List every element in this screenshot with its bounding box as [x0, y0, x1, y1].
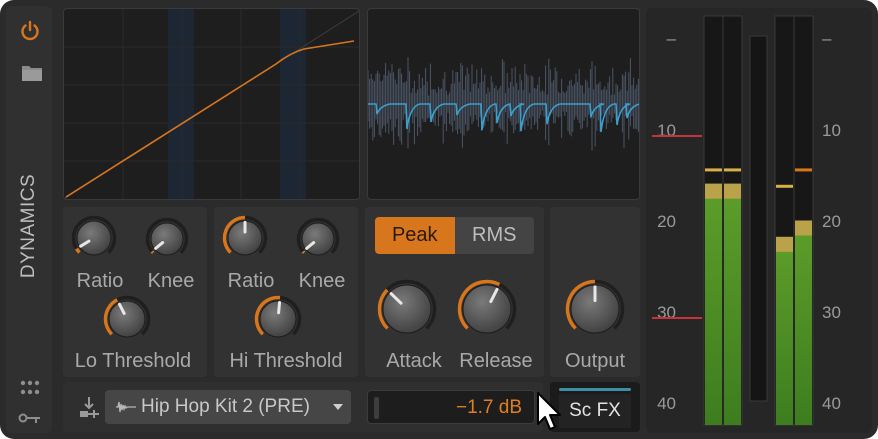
lo-knee-label: Knee [147, 270, 195, 292]
waveform-svg [367, 57, 641, 151]
detection-peak-button[interactable]: Peak [375, 217, 455, 254]
input-left-meter-hot-zone [705, 183, 722, 199]
hi-threshold-label: Hi Threshold [229, 350, 343, 372]
meter-scale-left-label: 30 [657, 303, 676, 322]
meter-scale-left-label: 10 [657, 121, 676, 140]
output-left-meter-level [776, 236, 793, 425]
lo-threshold-label: Lo Threshold [74, 350, 192, 372]
gain-reduction-meter [749, 35, 768, 402]
sidechain-input-icon [80, 397, 99, 418]
sidechain-fx-button[interactable]: Sc FX [559, 394, 631, 428]
hi-knee-knob[interactable] [296, 217, 340, 261]
routing-icon[interactable] [18, 411, 42, 425]
transfer-curve-svg [63, 9, 360, 200]
grid-dots-icon[interactable] [20, 380, 40, 396]
input-right-meter-level [724, 183, 741, 425]
hi-section: Ratio Knee Hi Threshold [214, 207, 358, 377]
sidechain-gain-value: −1.7 dB [455, 397, 522, 418]
input-left-meter-level [705, 183, 722, 425]
transfer-curve-display [63, 8, 360, 200]
input-right-meter-peak-hold [724, 168, 741, 172]
attack-label: Attack [386, 350, 442, 372]
sidechain-fx-container: Sc FX [550, 382, 640, 432]
output-left-meter-peak-hold [776, 184, 793, 188]
lo-threshold-knob[interactable] [103, 295, 151, 343]
gain-drag-handle[interactable] [374, 397, 379, 419]
sidechain-fx-indicator [559, 388, 631, 391]
meter-scale-left-label: 40 [657, 394, 676, 413]
lo-ratio-label: Ratio [76, 270, 124, 292]
sidechain-gain-field[interactable]: −1.7 dB [367, 390, 535, 424]
meter-scale-right-label: – [822, 29, 832, 48]
mouse-pointer-icon [537, 392, 561, 430]
lo-ratio-knob[interactable] [71, 215, 117, 261]
meter-scale-left-label: – [667, 29, 677, 48]
attack-knob[interactable] [377, 279, 437, 339]
output-right-meter-level [795, 220, 812, 425]
lo-knee-knob[interactable] [145, 217, 189, 261]
input-right-meter-hot-zone [724, 183, 741, 199]
folder-icon[interactable] [21, 64, 43, 82]
sidechain-bar: Hip Hop Kit 2 (PRE) −1.7 dB [63, 382, 543, 432]
sidechain-source-select[interactable]: Hip Hop Kit 2 (PRE) [105, 390, 351, 424]
level-meters: – 10 20 30 40 – 10 20 30 40 [646, 8, 872, 433]
detection-mode-toggle: Peak RMS [375, 217, 534, 254]
meter-scale-left-label: 20 [657, 212, 676, 231]
sidechain-source-value: Hip Hop Kit 2 (PRE) [141, 396, 310, 417]
meter-svg: – 10 20 30 40 – 10 20 30 40 [652, 15, 841, 426]
power-icon[interactable] [19, 20, 41, 42]
output-right-meter-peak-hold [795, 168, 812, 172]
release-knob[interactable] [457, 279, 517, 339]
detection-rms-button[interactable]: RMS [454, 217, 534, 254]
meter-scale-right-label: 30 [822, 303, 841, 322]
output-section: Output [550, 207, 640, 377]
hi-threshold-knob[interactable] [254, 295, 302, 343]
output-right-meter-hot-zone [795, 220, 812, 236]
hi-ratio-knob[interactable] [222, 215, 268, 261]
waveform-display [367, 8, 641, 200]
input-left-meter-peak-hold [705, 168, 722, 172]
lo-section: Ratio Knee Lo Threshold [63, 207, 207, 377]
output-knob[interactable] [565, 279, 625, 339]
dynamics-device: DYNAMICS Ratio Knee Lo Threshold Ratio K… [0, 0, 878, 439]
transfer-curve-line [65, 40, 355, 198]
release-label: Release [459, 350, 533, 372]
hi-ratio-label: Ratio [227, 270, 275, 292]
meter-scale-right-label: 10 [822, 121, 841, 140]
meter-scale-right-label: 20 [822, 212, 841, 231]
output-left-meter-hot-zone [776, 236, 793, 252]
device-header-strip: DYNAMICS [6, 6, 52, 433]
hi-knee-label: Knee [298, 270, 346, 292]
dropdown-caret-icon [333, 404, 343, 410]
timing-section: Peak RMS Attack Release [365, 207, 544, 377]
waveform-icon [116, 401, 136, 413]
output-label: Output [564, 350, 626, 372]
meter-scale-right-label: 40 [822, 394, 841, 413]
